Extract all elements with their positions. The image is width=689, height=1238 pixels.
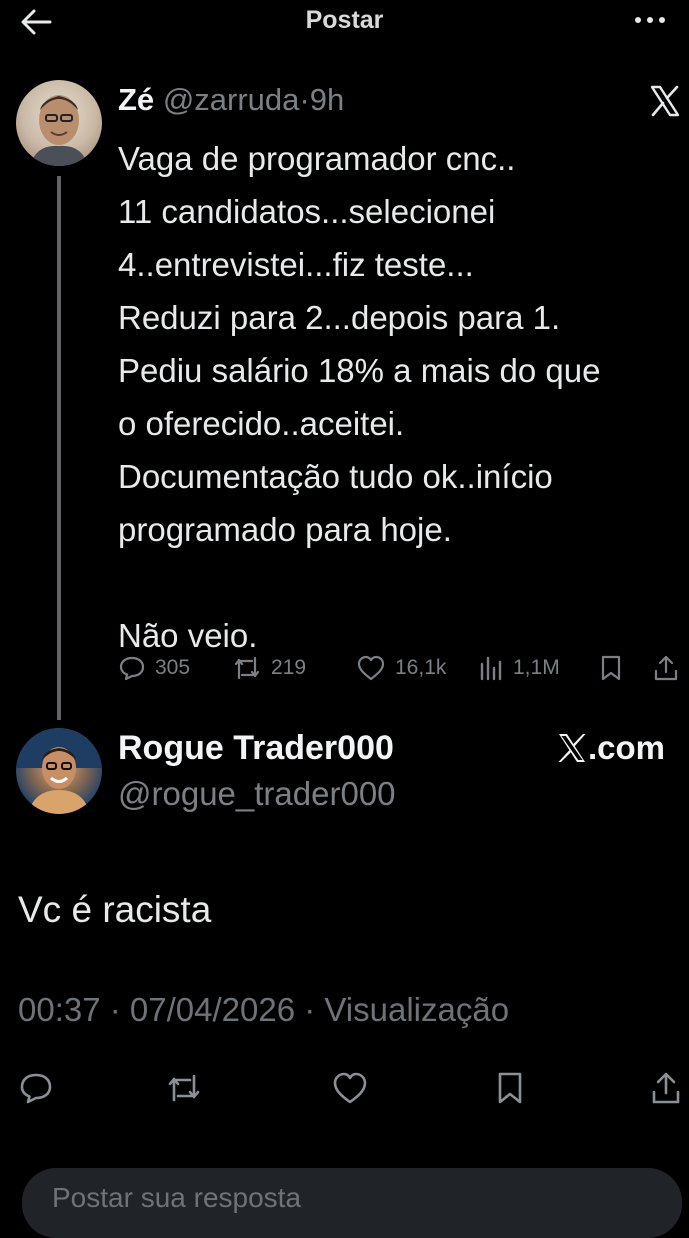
reply-actions	[0, 1064, 689, 1112]
tweet-time: 9h	[309, 82, 345, 117]
avatar-photo	[30, 95, 88, 166]
views-icon	[480, 656, 502, 681]
like-button[interactable]	[328, 1064, 372, 1112]
tweet-text: Vaga de programador cnc.. 11 candidatos.…	[118, 132, 678, 662]
tweet-line: Documentação tudo ok..início	[118, 458, 553, 495]
tweet-line: Reduzi para 2...depois para 1.	[118, 299, 561, 336]
separator: ·	[299, 82, 310, 117]
repost-icon	[234, 656, 260, 680]
thread-line	[57, 176, 61, 720]
reply-author-name[interactable]: Rogue Trader000	[118, 726, 394, 770]
repost-button[interactable]: 219	[232, 648, 306, 688]
reply-timestamp[interactable]: 00:37 · 07/04/2026 · Visualização	[18, 988, 509, 1032]
tweet-line: 4..entrevistei...fiz teste...	[118, 246, 474, 283]
x-com-label: .com	[588, 729, 666, 766]
like-count: 16,1k	[395, 656, 447, 679]
reply-button[interactable]: 305	[118, 648, 190, 688]
heart-icon	[333, 1072, 367, 1104]
share-icon	[654, 655, 678, 681]
avatar[interactable]	[16, 80, 102, 166]
bookmark-icon	[601, 655, 621, 681]
reply-icon	[119, 656, 145, 681]
avatar-photo	[16, 728, 102, 814]
like-button[interactable]: 16,1k	[356, 648, 446, 688]
repost-count: 219	[271, 656, 307, 679]
reply-icon	[20, 1073, 52, 1104]
share-button[interactable]	[652, 648, 680, 688]
views-button[interactable]: 1,1M	[478, 648, 560, 688]
bookmark-button[interactable]	[488, 1064, 532, 1112]
tweet-line: Vaga de programador cnc..	[118, 140, 516, 177]
tweet-line: Pediu salário 18% a mais do que	[118, 352, 601, 389]
x-com-logo: .com	[556, 726, 665, 770]
tweet-actions: 305 219 16,1k 1,1M	[118, 648, 683, 688]
bookmark-icon	[498, 1072, 522, 1104]
share-button[interactable]	[644, 1064, 688, 1112]
reply-author-handle[interactable]: @rogue_trader000	[118, 772, 396, 816]
reply-button[interactable]	[14, 1064, 58, 1112]
page-title: Postar	[305, 6, 384, 34]
more-button[interactable]	[630, 8, 670, 32]
tweet-header: Zé @zarruda·9h	[118, 80, 344, 120]
bookmark-button[interactable]	[598, 648, 624, 688]
reply-input[interactable]: Postar sua resposta	[52, 1182, 301, 1214]
author-name[interactable]: Zé	[118, 82, 154, 117]
repost-icon	[168, 1074, 200, 1102]
share-icon	[652, 1072, 680, 1104]
tweet-line: o oferecido..aceitei.	[118, 405, 405, 442]
reply-text: Vc é racista	[18, 889, 212, 930]
x-logo-icon	[648, 84, 682, 118]
repost-button[interactable]	[162, 1064, 206, 1112]
x-logo-icon	[558, 734, 586, 762]
tweet-line: programado para hoje.	[118, 511, 452, 548]
avatar[interactable]	[16, 728, 102, 814]
tweet-line: 11 candidatos...selecionei	[118, 193, 496, 230]
reply-count: 305	[155, 656, 191, 679]
author-handle[interactable]: @zarruda	[163, 82, 300, 117]
heart-icon	[357, 655, 385, 681]
more-horizontal-icon	[635, 17, 665, 23]
views-count: 1,1M	[513, 656, 560, 679]
